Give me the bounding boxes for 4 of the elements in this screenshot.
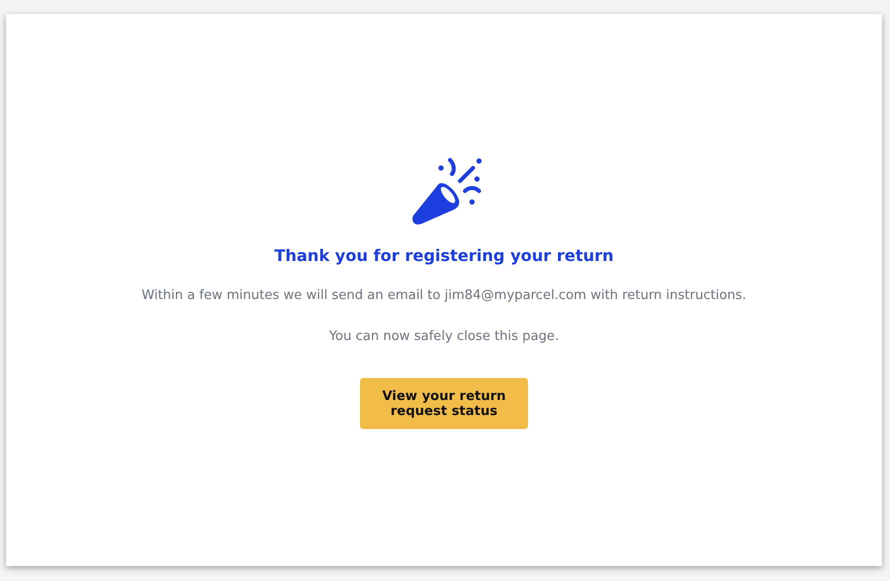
view-status-button[interactable]: View your return request status xyxy=(360,378,528,429)
close-page-note: You can now safely close this page. xyxy=(329,328,559,346)
email-message: Within a few minutes we will send an email to jim84@myparcel.com with return instructions. xyxy=(142,287,746,305)
confirmation-title: Thank you for registering your return xyxy=(274,245,614,267)
